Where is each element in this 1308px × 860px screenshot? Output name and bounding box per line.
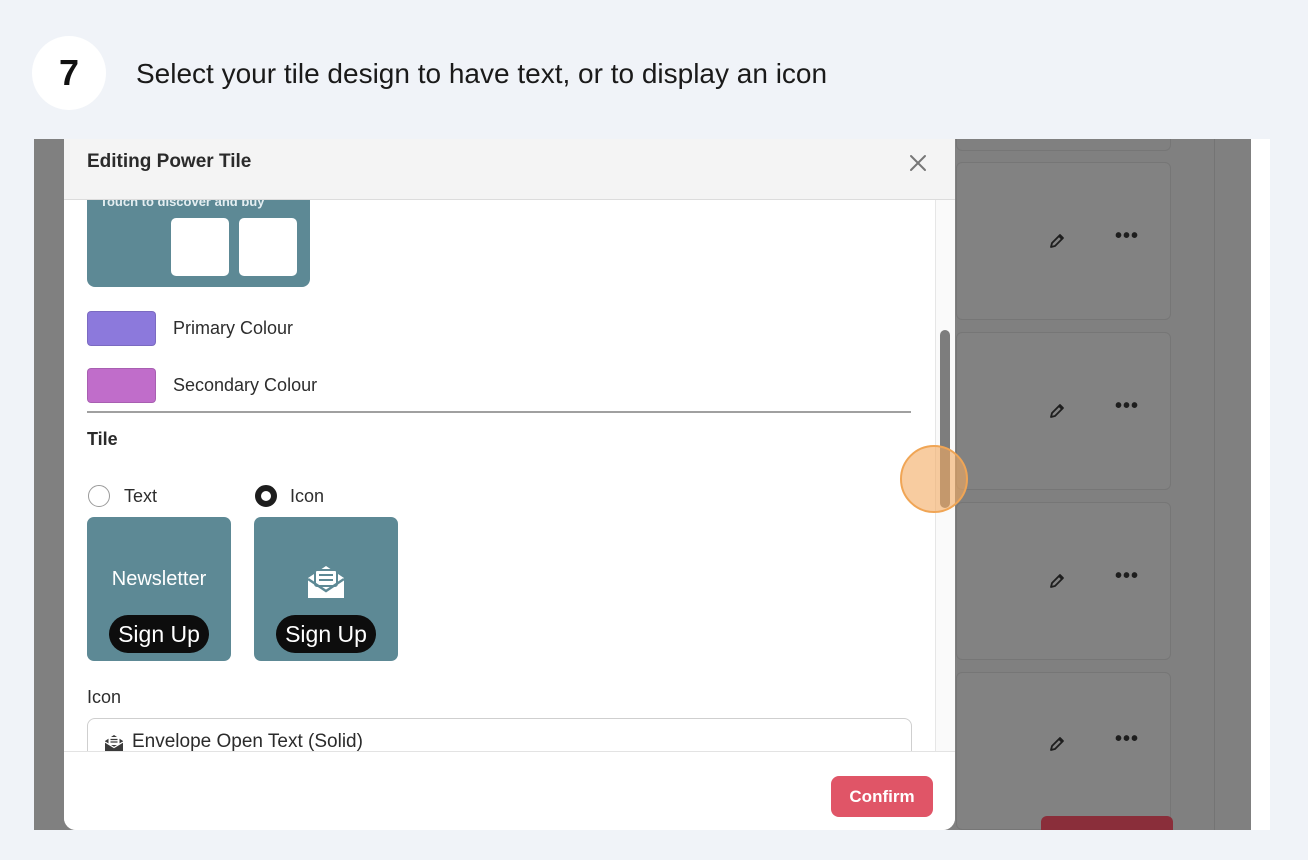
icon-field-label: Icon [87,687,122,707]
icon-select-value: Envelope Open Text (Solid) [132,731,363,751]
tile-preview-box [239,218,297,276]
text-tile-heading: Newsletter [111,568,207,590]
modal-footer: Confirm [64,751,955,830]
primary-colour-swatch[interactable] [87,311,156,346]
modal-body: Touch to discover and buy Primary Colour… [64,200,955,751]
text-tile-option[interactable]: Newsletter Sign Up [87,517,231,661]
icon-tile-option[interactable]: Sign Up [254,517,398,661]
more-options-icon[interactable]: ••• [1115,565,1139,588]
confirm-button[interactable]: Confirm [831,776,933,817]
more-options-icon[interactable]: ••• [1115,728,1139,751]
tile-section-title: Tile [87,429,118,449]
pencil-icon[interactable] [1047,231,1067,251]
click-indicator [900,445,968,513]
tile-type-text-radio[interactable] [88,485,110,507]
tile-preview-box [171,218,229,276]
edit-power-tile-modal: Editing Power Tile Touch to discover and… [64,139,955,830]
icon-select[interactable]: Envelope Open Text (Solid) [87,718,912,751]
primary-colour-label: Primary Colour [173,318,294,338]
step-number: 7 [58,52,80,93]
close-icon[interactable] [906,151,930,175]
secondary-colour-swatch[interactable] [87,368,156,403]
step-instruction: Select your tile design to have text, or… [136,58,828,89]
pencil-icon[interactable] [1047,571,1067,591]
tile-preview-text: Touch to discover and buy [100,200,265,209]
icon-tile-pill: Sign Up [276,615,376,653]
envelope-open-text-icon [307,566,345,598]
more-options-icon[interactable]: ••• [1115,395,1139,418]
modal-title: Editing Power Tile [87,151,252,172]
envelope-open-text-icon [104,735,124,751]
tile-preview: Touch to discover and buy [87,200,310,287]
screenshot-frame: ••• ••• ••• ••• Editing Power Tile Touch… [34,139,1270,830]
tile-type-icon-label[interactable]: Icon [290,486,324,507]
step-number-badge: 7 [32,36,106,110]
text-tile-pill: Sign Up [109,615,209,653]
background-action-button[interactable] [1041,816,1173,830]
more-options-icon[interactable]: ••• [1115,225,1139,248]
modal-header: Editing Power Tile [64,139,955,200]
background-divider [1214,139,1215,830]
pencil-icon[interactable] [1047,401,1067,421]
pencil-icon[interactable] [1047,734,1067,754]
background-card-top [956,139,1171,151]
tile-type-text-label[interactable]: Text [124,486,157,507]
section-divider [87,411,911,413]
secondary-colour-label: Secondary Colour [173,375,318,395]
tile-type-icon-radio[interactable] [255,485,277,507]
